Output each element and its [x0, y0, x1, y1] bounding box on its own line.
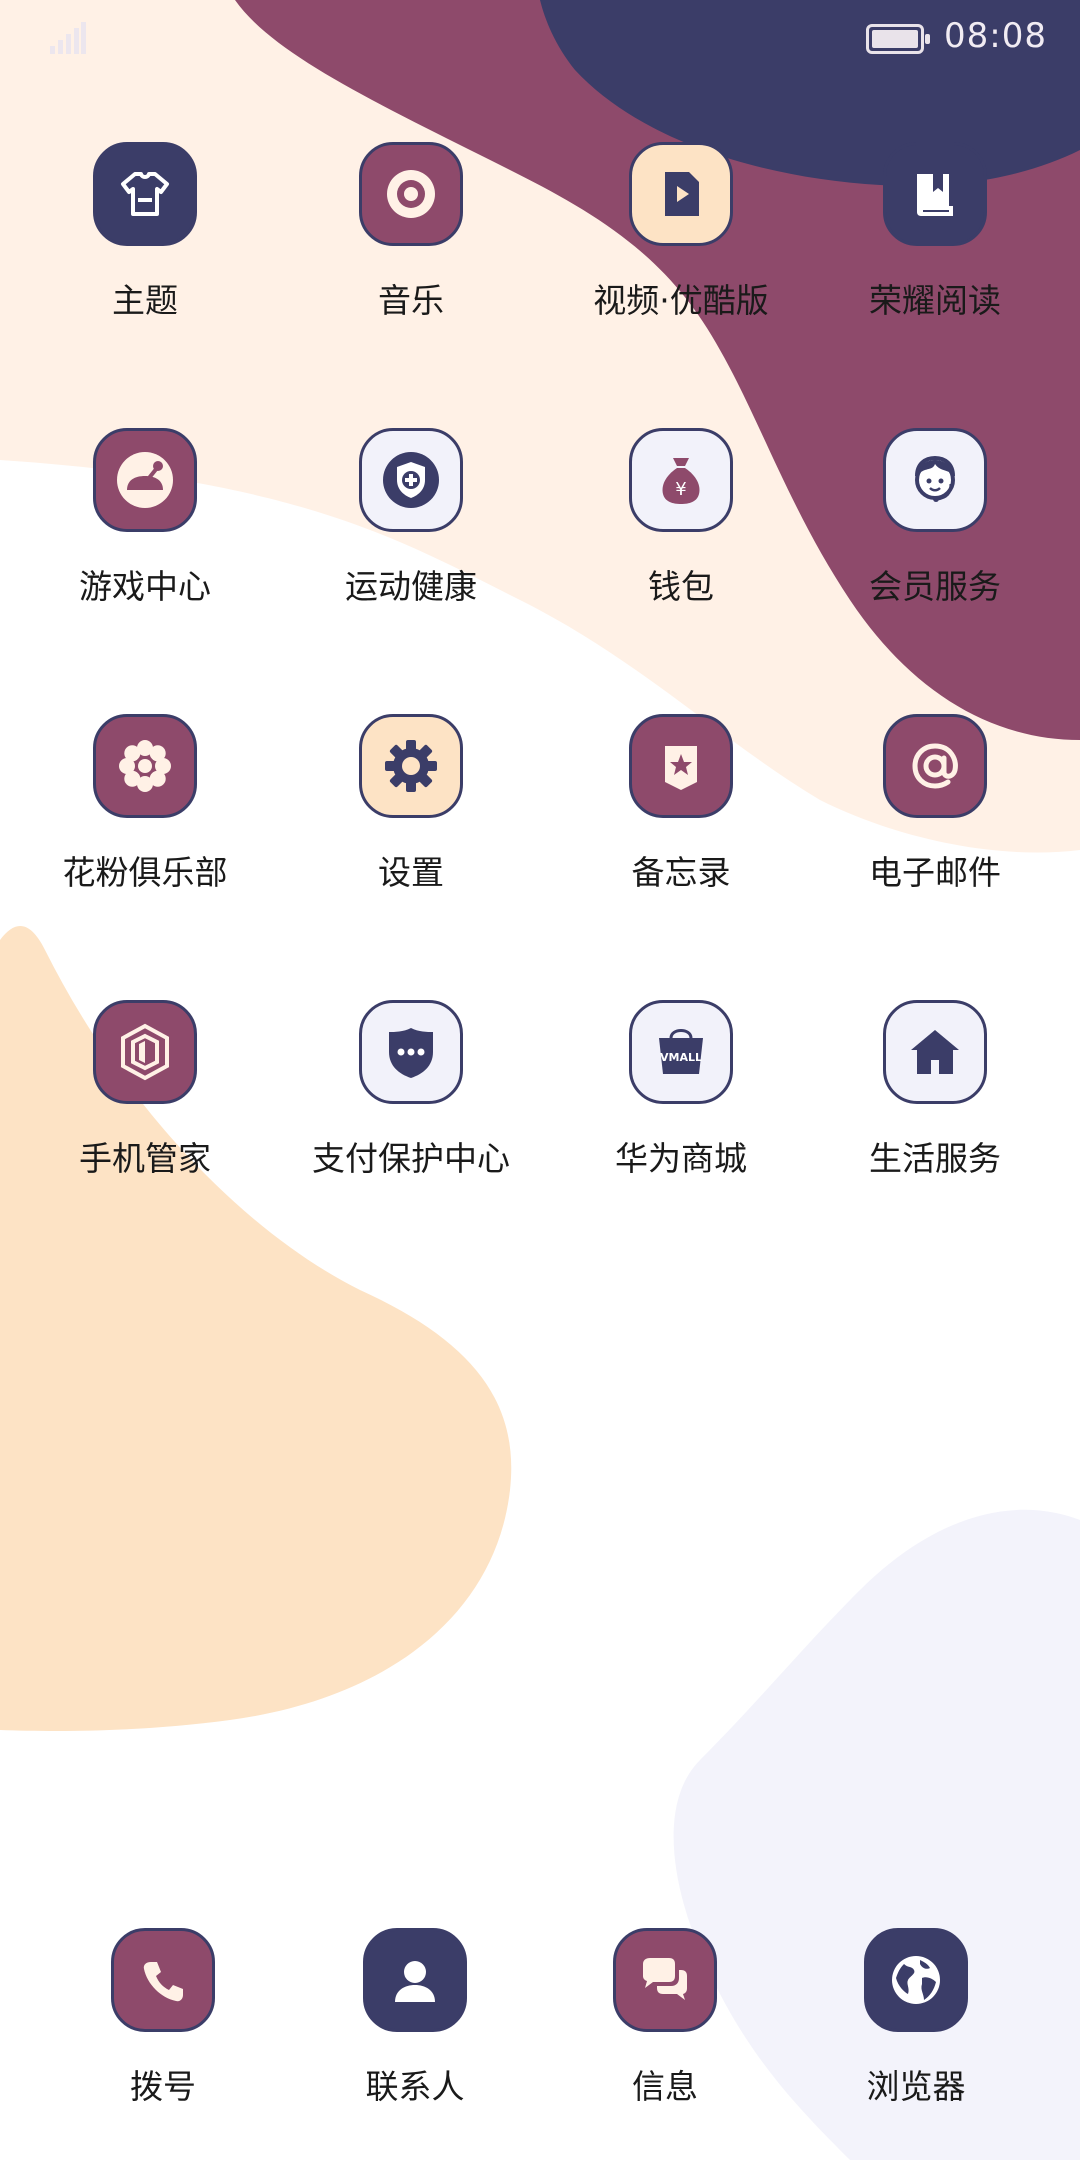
vmall-bag-icon: VMALL — [629, 1000, 733, 1104]
contact-person-icon — [363, 1928, 467, 2032]
app-phone-manager[interactable]: 手机管家 — [35, 1000, 255, 1180]
app-label: 手机管家 — [79, 1139, 211, 1178]
app-reading[interactable]: 荣耀阅读 — [825, 142, 1045, 322]
app-label: 联系人 — [365, 2067, 465, 2106]
app-label: 浏览器 — [866, 2067, 966, 2106]
clock: 08:08 — [944, 16, 1047, 56]
dock-dialer[interactable]: 拨号 — [53, 1928, 273, 2108]
app-label: 主题 — [112, 281, 178, 320]
chat-shield-icon — [359, 1000, 463, 1104]
book-icon — [883, 142, 987, 246]
battery-icon — [866, 24, 930, 54]
music-disc-icon — [359, 142, 463, 246]
status-bar: 08:08 — [0, 0, 1080, 80]
security-hexagon-icon — [93, 1000, 197, 1104]
app-game-center[interactable]: 游戏中心 — [35, 428, 255, 608]
app-label: 荣耀阅读 — [869, 281, 1001, 320]
svg-text:¥: ¥ — [675, 479, 686, 500]
theme-shirt-icon — [93, 142, 197, 246]
app-payment-protection[interactable]: 支付保护中心 — [301, 1000, 521, 1180]
headset-agent-icon — [883, 428, 987, 532]
app-label: 花粉俱乐部 — [62, 853, 228, 892]
house-icon — [883, 1000, 987, 1104]
message-bubbles-icon — [613, 1928, 717, 2032]
dock-messages[interactable]: 信息 — [555, 1928, 775, 2108]
gear-icon — [359, 714, 463, 818]
vmall-logo-text: VMALL — [660, 1051, 702, 1064]
app-label: 设置 — [378, 853, 444, 892]
app-label: 会员服务 — [869, 567, 1001, 606]
app-life-service[interactable]: 生活服务 — [825, 1000, 1045, 1180]
app-notes[interactable]: 备忘录 — [571, 714, 791, 894]
app-settings[interactable]: 设置 — [301, 714, 521, 894]
app-label: 信息 — [632, 2067, 698, 2106]
dock-browser[interactable]: 浏览器 — [806, 1928, 1026, 2108]
app-label: 拨号 — [130, 2067, 196, 2106]
health-shield-icon — [359, 428, 463, 532]
video-file-icon — [629, 142, 733, 246]
star-bookmark-icon — [629, 714, 733, 818]
app-label: 视频·优酷版 — [593, 281, 769, 320]
app-label: 游戏中心 — [79, 567, 211, 606]
app-label: 钱包 — [648, 567, 714, 606]
app-label: 生活服务 — [869, 1139, 1001, 1178]
app-vmall[interactable]: VMALL 华为商城 — [571, 1000, 791, 1180]
app-label: 华为商城 — [615, 1139, 747, 1178]
app-label: 备忘录 — [631, 853, 731, 892]
globe-icon — [864, 1928, 968, 2032]
at-sign-icon — [883, 714, 987, 818]
app-health[interactable]: 运动健康 — [301, 428, 521, 608]
signal-icon — [50, 22, 86, 54]
dock-contacts[interactable]: 联系人 — [305, 1928, 525, 2108]
app-fans-club[interactable]: 花粉俱乐部 — [35, 714, 255, 894]
app-wallet[interactable]: ¥ 钱包 — [571, 428, 791, 608]
app-label: 电子邮件 — [869, 853, 1001, 892]
app-label: 运动健康 — [345, 567, 477, 606]
app-label: 音乐 — [378, 281, 444, 320]
flower-icon — [93, 714, 197, 818]
app-label: 支付保护中心 — [312, 1139, 510, 1178]
phone-icon — [111, 1928, 215, 2032]
joystick-icon — [93, 428, 197, 532]
money-bag-icon: ¥ — [629, 428, 733, 532]
app-music[interactable]: 音乐 — [301, 142, 521, 322]
app-theme[interactable]: 主题 — [35, 142, 255, 322]
app-video[interactable]: 视频·优酷版 — [571, 142, 791, 322]
app-email[interactable]: 电子邮件 — [825, 714, 1045, 894]
app-member-service[interactable]: 会员服务 — [825, 428, 1045, 608]
